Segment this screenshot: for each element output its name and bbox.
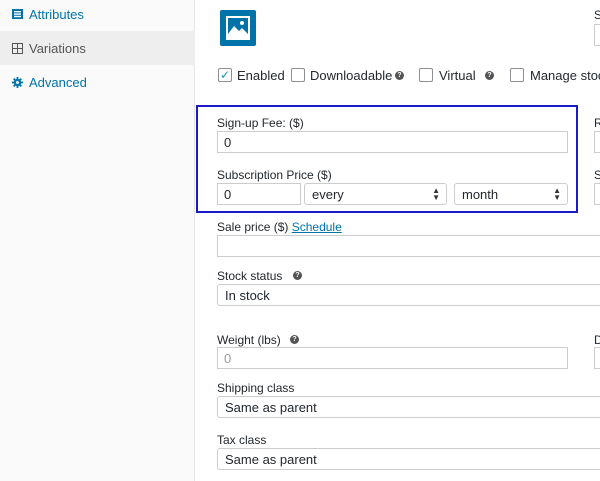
gear-icon [10,76,24,88]
variation-image-button[interactable] [220,10,256,46]
image-icon [226,16,250,40]
right-column-label: S [594,8,600,22]
virtual-checkbox[interactable] [419,68,433,82]
variation-panel: ✓ Enabled Downloadable ? Virtual ? Manag… [196,0,600,481]
sidebar-item-label: Variations [29,40,86,56]
subscription-price-label: Subscription Price ($) [217,168,332,182]
sidebar-item-label: Advanced [29,74,87,90]
stock-status-value: In stock [225,288,270,303]
grid-icon [10,42,24,54]
shipping-class-value: Same as parent [225,400,317,415]
right-column-input[interactable] [594,24,600,46]
help-icon[interactable]: ? [293,271,302,280]
schedule-link[interactable]: Schedule [292,220,342,234]
right-column-input[interactable] [594,183,600,205]
right-column-input[interactable] [594,347,600,369]
enabled-checkbox[interactable]: ✓ [218,68,232,82]
sidebar-item-attributes[interactable]: Attributes [0,0,195,31]
billing-period-select[interactable]: month ▲ ▼ [454,183,568,205]
sidebar-item-advanced[interactable]: Advanced [0,65,195,99]
weight-placeholder: 0 [224,351,232,366]
sale-price-label: Sale price ($) Schedule [217,220,342,234]
help-icon[interactable]: ? [395,71,404,80]
weight-label: Weight (lbs) [217,333,281,347]
right-column-label: S [594,168,600,182]
sale-price-input[interactable] [217,235,600,257]
select-arrows-icon: ▲ ▼ [553,186,561,202]
right-column-label: R [594,116,600,130]
billing-interval-value: every [312,187,344,202]
downloadable-checkbox[interactable] [291,68,305,82]
shipping-class-select[interactable]: Same as parent [217,396,600,418]
manage-stock-label: Manage stock [530,68,600,83]
right-column-label: D [594,333,600,347]
product-data-tabs: Attributes Variations Advanced [0,0,195,481]
signup-fee-input[interactable]: 0 [217,131,568,153]
shipping-class-label: Shipping class [217,381,295,395]
stock-status-select[interactable]: In stock [217,284,600,306]
manage-stock-checkbox[interactable] [510,68,524,82]
list-icon [10,9,24,19]
virtual-label: Virtual [439,68,476,83]
billing-period-value: month [462,187,499,202]
weight-input[interactable]: 0 [217,347,568,369]
signup-fee-label: Sign-up Fee: ($) [217,116,304,130]
downloadable-label: Downloadable [310,68,393,83]
help-icon[interactable]: ? [485,71,494,80]
subscription-price-input[interactable]: 0 [217,183,301,205]
tax-class-value: Same as parent [225,452,317,467]
tax-class-select[interactable]: Same as parent [217,448,600,470]
right-column-input[interactable] [594,131,600,153]
stock-status-label: Stock status [217,269,283,283]
sale-price-label-text: Sale price ($) [217,220,289,234]
select-arrows-icon: ▲ ▼ [432,186,440,202]
billing-interval-select[interactable]: every ▲ ▼ [304,183,447,205]
help-icon[interactable]: ? [290,335,299,344]
tax-class-label: Tax class [217,433,267,447]
enabled-label: Enabled [237,68,285,83]
sidebar-item-label: Attributes [29,6,84,22]
sidebar-item-variations[interactable]: Variations [0,31,195,65]
